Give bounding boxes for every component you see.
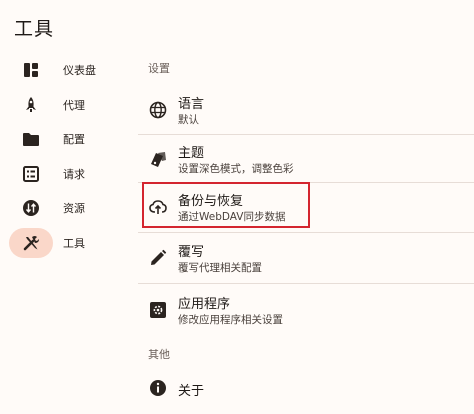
- setting-row-language[interactable]: 语言 默认: [138, 86, 474, 134]
- setting-row-application[interactable]: 应用程序 修改应用程序相关设置: [138, 286, 474, 334]
- setting-title: 应用程序: [178, 297, 231, 312]
- pencil-icon: [148, 248, 168, 268]
- sidebar-item-label: 请求: [63, 167, 85, 181]
- sidebar-item-tools[interactable]: 工具: [0, 226, 128, 261]
- sidebar-item-label: 资源: [63, 202, 85, 216]
- setting-row-override[interactable]: 覆写 覆写代理相关配置: [138, 234, 474, 282]
- list-icon: [22, 165, 40, 183]
- sidebar-item-requests[interactable]: 请求: [0, 157, 128, 192]
- sidebar-item-resources[interactable]: 资源: [0, 191, 128, 226]
- palette-icon: [148, 149, 168, 169]
- setting-row-about[interactable]: 关于: [138, 366, 474, 410]
- page-title: 工具: [14, 18, 55, 40]
- sidebar-item-label: 仪表盘: [63, 64, 96, 78]
- globe-icon: [148, 100, 168, 120]
- sidebar-item-label: 配置: [63, 133, 85, 147]
- folder-icon: [22, 130, 40, 148]
- sidebar-item-proxy[interactable]: 代理: [0, 88, 128, 123]
- setting-title: 覆写: [178, 245, 205, 260]
- setting-title: 关于: [178, 384, 205, 399]
- setting-title: 语言: [178, 97, 205, 112]
- sidebar-item-label: 代理: [63, 98, 85, 112]
- swap-vertical-icon: [22, 199, 40, 217]
- info-icon: [148, 378, 168, 398]
- section-header-settings: 设置: [148, 62, 170, 75]
- sidebar-item-profiles[interactable]: 配置: [0, 122, 128, 157]
- setting-row-theme[interactable]: 主题 设置深色模式，调整色彩: [138, 135, 474, 183]
- setting-subtitle: 覆写代理相关配置: [178, 262, 262, 274]
- setting-subtitle: 修改应用程序相关设置: [178, 314, 283, 326]
- tools-icon: [22, 234, 40, 252]
- section-header-other: 其他: [148, 348, 170, 361]
- divider: [138, 232, 474, 233]
- dashboard-icon: [22, 61, 40, 79]
- divider: [138, 283, 474, 284]
- rocket-icon: [22, 96, 40, 114]
- sidebar-item-dashboard[interactable]: 仪表盘: [0, 53, 128, 88]
- setting-title: 主题: [178, 146, 205, 161]
- highlight-annotation: [142, 182, 310, 228]
- settings-app-icon: [148, 300, 168, 320]
- sidebar-item-label: 工具: [63, 236, 85, 250]
- setting-subtitle: 默认: [178, 114, 199, 126]
- setting-subtitle: 设置深色模式，调整色彩: [178, 163, 294, 175]
- sidebar: 仪表盘 代理 配置 请求 资源 工具: [0, 53, 128, 260]
